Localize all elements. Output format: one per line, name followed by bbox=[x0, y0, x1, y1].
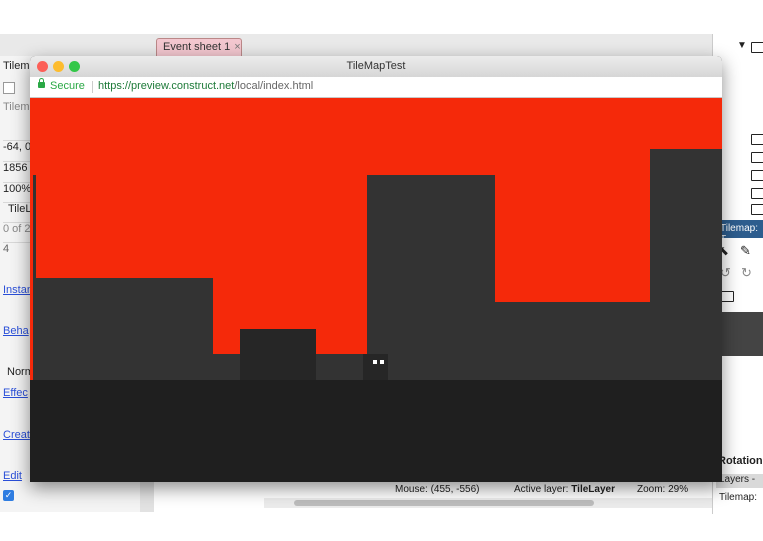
folder-icon[interactable] bbox=[751, 134, 763, 145]
middle-platform bbox=[495, 302, 650, 380]
tab-event-sheet-1[interactable]: Event sheet 1 × bbox=[156, 38, 242, 56]
folder-icon[interactable] bbox=[751, 188, 763, 199]
panel-checkbox[interactable] bbox=[3, 82, 15, 94]
player-eye bbox=[373, 360, 377, 364]
url-text[interactable]: https://preview.construct.net/local/inde… bbox=[98, 80, 313, 92]
left-platform bbox=[33, 278, 213, 380]
folder-icon[interactable] bbox=[751, 204, 763, 215]
folder-icon[interactable] bbox=[751, 42, 763, 53]
tab-label: Event sheet 1 bbox=[163, 41, 231, 53]
scrollbar-thumb[interactable] bbox=[294, 500, 594, 506]
folder-icon[interactable] bbox=[751, 152, 763, 163]
tree-expand-icon[interactable]: ▼ bbox=[737, 40, 747, 51]
ledge-step bbox=[316, 354, 367, 380]
player-character bbox=[363, 354, 388, 380]
rotate-cw-icon[interactable]: ↻ bbox=[741, 265, 752, 281]
address-separator bbox=[92, 81, 93, 93]
checked-checkbox[interactable]: ✓ bbox=[3, 490, 14, 501]
right-tower bbox=[650, 149, 722, 380]
dark-block bbox=[240, 329, 316, 380]
behaviors-link[interactable]: Beha bbox=[3, 325, 29, 337]
player-eye bbox=[380, 360, 384, 364]
rotation-label: Rotation bbox=[718, 455, 763, 467]
window-titlebar[interactable]: TileMapTest bbox=[30, 56, 722, 78]
tab-close-icon[interactable]: × bbox=[234, 41, 240, 53]
effects-link[interactable]: Effec bbox=[3, 387, 28, 399]
tileset-preview[interactable] bbox=[716, 312, 763, 356]
game-canvas[interactable] bbox=[30, 98, 722, 482]
horizontal-scrollbar[interactable] bbox=[264, 498, 712, 508]
secure-label: Secure bbox=[50, 80, 85, 92]
edit-link[interactable]: Edit bbox=[3, 470, 22, 482]
folder-icon[interactable] bbox=[751, 170, 763, 181]
editor-top-strip bbox=[0, 0, 763, 36]
instance-variables-link[interactable]: Instan bbox=[3, 284, 33, 296]
layers-bar: Layers - bbox=[716, 474, 763, 488]
panel-title: Tilem bbox=[3, 60, 30, 72]
ledge-step bbox=[213, 354, 240, 380]
mouse-coords: Mouse: (455, -556) bbox=[395, 484, 480, 495]
folder-icon[interactable] bbox=[720, 291, 734, 302]
zoom-level: Zoom: 29% bbox=[637, 484, 689, 495]
active-layer-caption: Active layer: bbox=[514, 484, 569, 495]
active-layer-label: Active layer: TileLayer bbox=[514, 484, 615, 495]
create-link[interactable]: Creat bbox=[3, 429, 30, 441]
url-path: /local/index.html bbox=[234, 80, 314, 92]
tall-pillar bbox=[367, 175, 495, 380]
layers-tilemap-row[interactable]: Tilemap: bbox=[719, 492, 757, 503]
address-bar[interactable]: Secure https://preview.construct.net/loc… bbox=[30, 77, 722, 98]
editor-tab-bar bbox=[0, 34, 763, 57]
panel-item-tilemap: Tilem bbox=[3, 101, 30, 113]
lock-icon bbox=[38, 78, 45, 88]
window-title: TileMapTest bbox=[346, 60, 406, 72]
preview-browser-window: TileMapTest Secure https://preview.const… bbox=[30, 56, 722, 482]
active-layer-value: TileLayer bbox=[571, 484, 615, 495]
status-bar: Mouse: (455, -556) Active layer: TileLay… bbox=[390, 481, 712, 498]
ground bbox=[30, 380, 722, 482]
url-host: https://preview.construct.net bbox=[98, 80, 235, 92]
pencil-icon[interactable]: ✎ bbox=[740, 243, 751, 259]
tilemap-bar: Tilemap: T bbox=[716, 220, 763, 245]
